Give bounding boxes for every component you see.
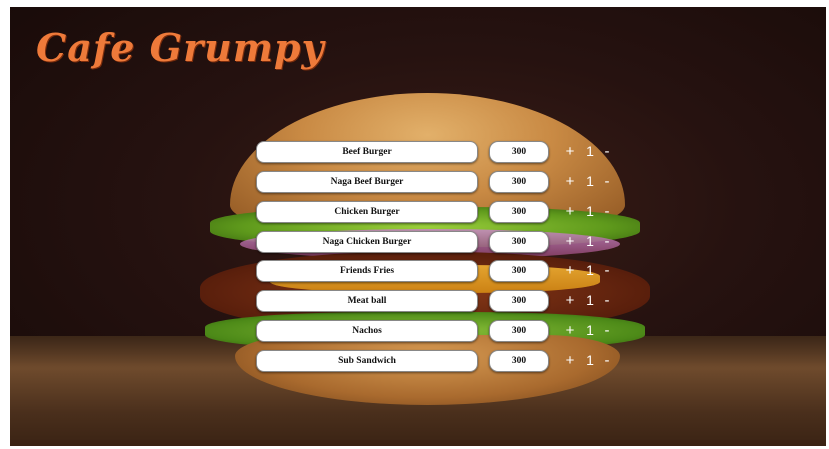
- menu-item: Beef Burger 300 + 1 -: [256, 141, 636, 165]
- decrement-button[interactable]: -: [601, 260, 613, 280]
- decrement-button[interactable]: -: [601, 141, 613, 161]
- menu-item: Naga Beef Burger 300 + 1 -: [256, 171, 636, 195]
- increment-button[interactable]: +: [564, 201, 576, 221]
- increment-button[interactable]: +: [564, 231, 576, 251]
- decrement-button[interactable]: -: [601, 171, 613, 191]
- quantity-value: 1: [586, 352, 594, 368]
- item-price: 300: [489, 290, 549, 312]
- menu-item: Nachos 300 + 1 -: [256, 320, 636, 344]
- quantity-value: 1: [586, 173, 594, 189]
- decrement-button[interactable]: -: [601, 320, 613, 340]
- cafe-logo: Cafe Grumpy: [36, 25, 325, 70]
- increment-button[interactable]: +: [564, 320, 576, 340]
- increment-button[interactable]: +: [564, 290, 576, 310]
- item-name-button[interactable]: Friends Fries: [256, 260, 478, 282]
- item-name-button[interactable]: Sub Sandwich: [256, 350, 478, 372]
- item-name-button[interactable]: Naga Chicken Burger: [256, 231, 478, 253]
- item-price: 300: [489, 231, 549, 253]
- item-price: 300: [489, 260, 549, 282]
- app-window: Cafe Grumpy Beef Burger 300 + 1 - Naga B…: [10, 7, 826, 446]
- item-price: 300: [489, 141, 549, 163]
- item-price: 300: [489, 171, 549, 193]
- item-name-button[interactable]: Naga Beef Burger: [256, 171, 478, 193]
- decrement-button[interactable]: -: [601, 290, 613, 310]
- quantity-value: 1: [586, 143, 594, 159]
- menu-item: Friends Fries 300 + 1 -: [256, 260, 636, 284]
- quantity-value: 1: [586, 322, 594, 338]
- increment-button[interactable]: +: [564, 260, 576, 280]
- quantity-value: 1: [586, 233, 594, 249]
- item-price: 300: [489, 320, 549, 342]
- menu-item: Naga Chicken Burger 300 + 1 -: [256, 231, 636, 255]
- menu-item: Chicken Burger 300 + 1 -: [256, 201, 636, 225]
- item-price: 300: [489, 201, 549, 223]
- item-price: 300: [489, 350, 549, 372]
- item-name-button[interactable]: Nachos: [256, 320, 478, 342]
- menu-item: Sub Sandwich 300 + 1 -: [256, 350, 636, 374]
- increment-button[interactable]: +: [564, 171, 576, 191]
- item-name-button[interactable]: Meat ball: [256, 290, 478, 312]
- increment-button[interactable]: +: [564, 141, 576, 161]
- increment-button[interactable]: +: [564, 350, 576, 370]
- item-name-button[interactable]: Chicken Burger: [256, 201, 478, 223]
- quantity-value: 1: [586, 203, 594, 219]
- quantity-value: 1: [586, 292, 594, 308]
- menu-item: Meat ball 300 + 1 -: [256, 290, 636, 314]
- item-name-button[interactable]: Beef Burger: [256, 141, 478, 163]
- quantity-value: 1: [586, 262, 594, 278]
- decrement-button[interactable]: -: [601, 350, 613, 370]
- decrement-button[interactable]: -: [601, 201, 613, 221]
- decrement-button[interactable]: -: [601, 231, 613, 251]
